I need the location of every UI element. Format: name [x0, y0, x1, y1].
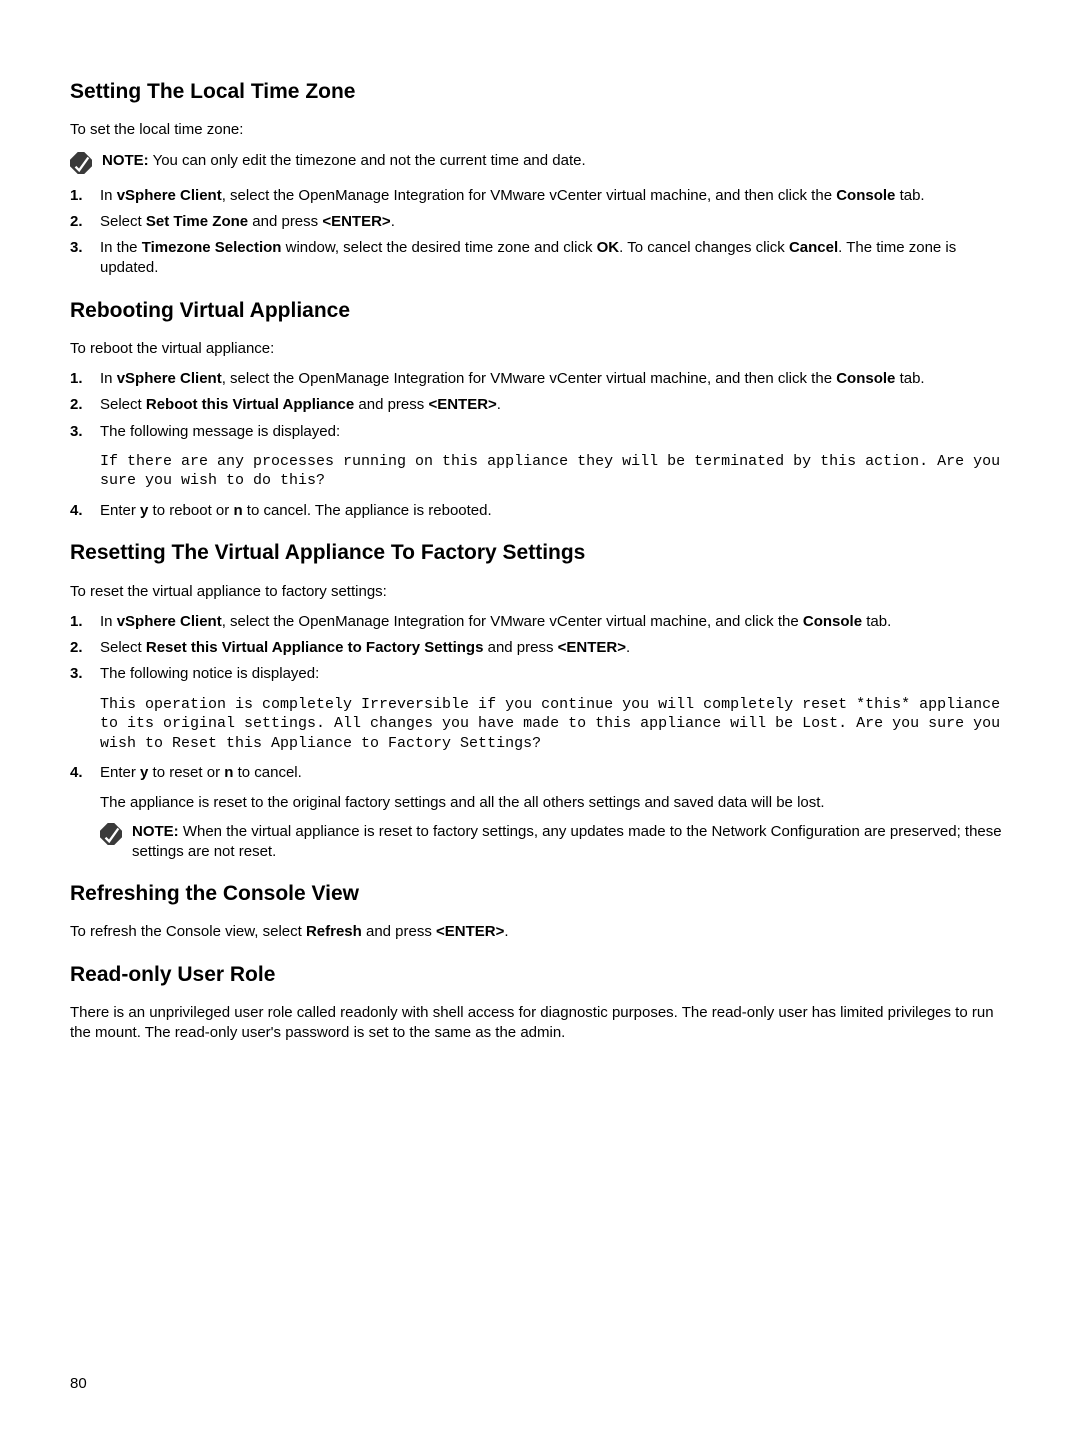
list-item: 3. In the Timezone Selection window, sel…: [70, 238, 1010, 279]
note-text: NOTE: When the virtual appliance is rese…: [132, 822, 1010, 863]
note-block: NOTE: When the virtual appliance is rese…: [100, 822, 1010, 863]
page-number: 80: [70, 1374, 87, 1394]
list-item: 1. In vSphere Client, select the OpenMan…: [70, 369, 1010, 389]
code-block: This operation is completely Irreversibl…: [100, 695, 1010, 754]
steps-list: 4. Enter y to reboot or n to cancel. The…: [70, 501, 1010, 521]
list-item: 2. Select Reset this Virtual Appliance t…: [70, 638, 1010, 658]
steps-list: 1. In vSphere Client, select the OpenMan…: [70, 186, 1010, 279]
steps-list: 4. Enter y to reset or n to cancel.: [70, 763, 1010, 783]
note-icon: [70, 152, 92, 174]
heading-refreshing-console-view: Refreshing the Console View: [70, 880, 1010, 908]
intro-text: To reset the virtual appliance to factor…: [70, 582, 1010, 602]
sub-paragraph: The appliance is reset to the original f…: [100, 793, 1010, 813]
code-block: If there are any processes running on th…: [100, 452, 1010, 491]
intro-text: To set the local time zone:: [70, 120, 1010, 140]
list-item: 3. The following notice is displayed:: [70, 664, 1010, 684]
steps-list: 1. In vSphere Client, select the OpenMan…: [70, 612, 1010, 685]
heading-read-only-user-role: Read-only User Role: [70, 961, 1010, 989]
list-item: 1. In vSphere Client, select the OpenMan…: [70, 186, 1010, 206]
paragraph: To refresh the Console view, select Refr…: [70, 922, 1010, 942]
list-item: 2. Select Reboot this Virtual Appliance …: [70, 395, 1010, 415]
list-item: 4. Enter y to reset or n to cancel.: [70, 763, 1010, 783]
heading-rebooting-virtual-appliance: Rebooting Virtual Appliance: [70, 297, 1010, 325]
list-item: 3. The following message is displayed:: [70, 422, 1010, 442]
intro-text: To reboot the virtual appliance:: [70, 339, 1010, 359]
heading-resetting-virtual-appliance: Resetting The Virtual Appliance To Facto…: [70, 539, 1010, 567]
note-block: NOTE: You can only edit the timezone and…: [70, 151, 1010, 174]
heading-setting-local-time-zone: Setting The Local Time Zone: [70, 78, 1010, 106]
note-text: NOTE: You can only edit the timezone and…: [102, 151, 1010, 171]
steps-list: 1. In vSphere Client, select the OpenMan…: [70, 369, 1010, 442]
paragraph: There is an unprivileged user role calle…: [70, 1003, 1010, 1044]
list-item: 4. Enter y to reboot or n to cancel. The…: [70, 501, 1010, 521]
list-item: 2. Select Set Time Zone and press <ENTER…: [70, 212, 1010, 232]
note-icon: [100, 823, 122, 845]
list-item: 1. In vSphere Client, select the OpenMan…: [70, 612, 1010, 632]
